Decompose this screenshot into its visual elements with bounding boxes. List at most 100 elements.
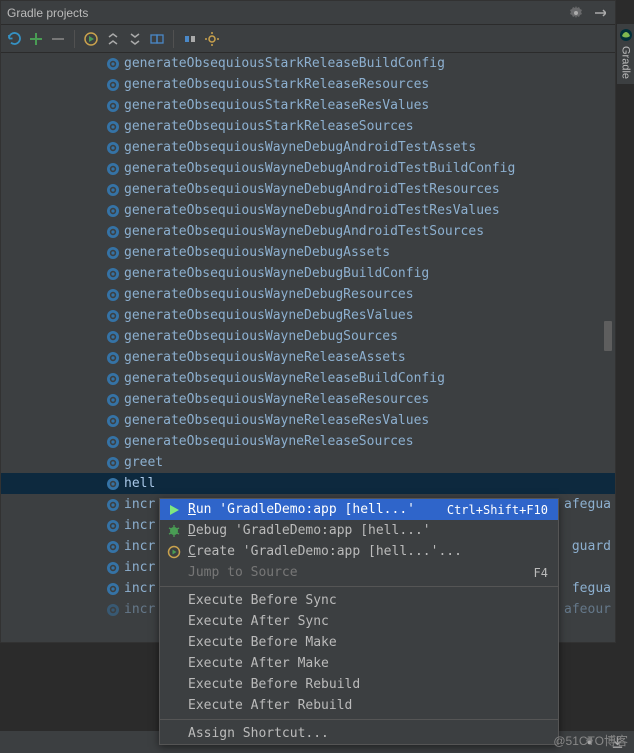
settings-icon[interactable] [203,30,221,48]
task-label: incr [124,602,155,617]
menu-separator [160,586,558,587]
task-item[interactable]: hell [1,473,615,494]
watermark: @51CTO博客 [553,732,628,749]
task-label: generateObsequiousWayneDebugAndroidTestR… [124,203,500,218]
menu-item-label: Execute After Rebuild [188,698,548,713]
menu-icon-empty [166,698,182,714]
panel-title: Gradle projects [7,6,88,20]
task-label: generateObsequiousStarkReleaseSources [124,119,414,134]
task-trail: guard [572,539,611,554]
task-trail: afegua [564,497,611,512]
run-icon [166,502,182,518]
task-item[interactable]: generateObsequiousWayneDebugAssets [1,242,615,263]
refresh-icon[interactable] [5,30,23,48]
menu-item-label: Assign Shortcut... [188,726,548,741]
task-label: generateObsequiousWayneDebugAndroidTestS… [124,224,484,239]
task-item[interactable]: generateObsequiousWayneDebugAndroidTestB… [1,158,615,179]
offline-icon[interactable] [181,30,199,48]
task-item[interactable]: generateObsequiousWayneDebugAndroidTestS… [1,221,615,242]
menu-item: Jump to SourceF4 [160,562,558,583]
task-label: greet [124,455,163,470]
menu-separator [160,719,558,720]
task-label: generateObsequiousWayneReleaseSources [124,434,414,449]
task-label: generateObsequiousStarkReleaseBuildConfi… [124,56,445,71]
task-label: generateObsequiousWayneDebugResValues [124,308,414,323]
menu-shortcut: Ctrl+Shift+F10 [447,503,548,517]
gradle-icon [619,28,633,42]
link-icon[interactable] [148,30,166,48]
task-label: generateObsequiousWayneDebugBuildConfig [124,266,429,281]
menu-item-label: Run 'GradleDemo:app [hell...' [188,502,447,517]
menu-item-label: Execute Before Make [188,635,548,650]
menu-icon-empty [166,614,182,630]
menu-item[interactable]: Execute After Rebuild [160,695,558,716]
task-item[interactable]: greet [1,452,615,473]
task-item[interactable]: generateObsequiousWayneDebugBuildConfig [1,263,615,284]
task-item[interactable]: generateObsequiousWayneReleaseResValues [1,410,615,431]
task-label: incr [124,518,155,533]
toolbar [1,25,615,53]
task-label: generateObsequiousWayneDebugResources [124,287,414,302]
scrollbar-thumb[interactable] [604,321,612,351]
context-menu: Run 'GradleDemo:app [hell...'Ctrl+Shift+… [159,498,559,745]
gear-icon[interactable] [567,4,585,22]
task-item[interactable]: generateObsequiousStarkReleaseSources [1,116,615,137]
menu-item[interactable]: Execute Before Make [160,632,558,653]
menu-icon-empty [166,565,182,581]
menu-item[interactable]: Run 'GradleDemo:app [hell...'Ctrl+Shift+… [160,499,558,520]
remove-icon[interactable] [49,30,67,48]
menu-item[interactable]: Execute After Sync [160,611,558,632]
task-label: generateObsequiousStarkReleaseResources [124,77,429,92]
expand-all-icon[interactable] [104,30,122,48]
menu-item-label: Jump to Source [188,565,534,580]
menu-item-label: Execute After Make [188,656,548,671]
task-item[interactable]: generateObsequiousWayneReleaseSources [1,431,615,452]
menu-item[interactable]: Create 'GradleDemo:app [hell...'... [160,541,558,562]
task-item[interactable]: generateObsequiousWayneDebugSources [1,326,615,347]
task-label: generateObsequiousWayneReleaseResources [124,392,429,407]
task-item[interactable]: generateObsequiousWayneDebugResources [1,284,615,305]
menu-icon-empty [166,593,182,609]
task-item[interactable]: generateObsequiousWayneDebugResValues [1,305,615,326]
gradle-side-tab[interactable]: Gradle [616,24,634,84]
task-label: incr [124,539,155,554]
menu-item-label: Create 'GradleDemo:app [hell...'... [188,544,548,559]
task-label: generateObsequiousWayneDebugSources [124,329,398,344]
task-item[interactable]: generateObsequiousStarkReleaseBuildConfi… [1,53,615,74]
menu-item-label: Execute Before Sync [188,593,548,608]
task-item[interactable]: generateObsequiousWayneReleaseBuildConfi… [1,368,615,389]
menu-item[interactable]: Debug 'GradleDemo:app [hell...' [160,520,558,541]
task-trail: fegua [572,581,611,596]
task-item[interactable]: generateObsequiousWayneDebugAndroidTestA… [1,137,615,158]
panel-title-bar: Gradle projects [1,1,615,25]
menu-item[interactable]: Assign Shortcut... [160,723,558,744]
task-label: generateObsequiousWayneReleaseAssets [124,350,406,365]
menu-item[interactable]: Execute Before Rebuild [160,674,558,695]
collapse-all-icon[interactable] [126,30,144,48]
task-label: generateObsequiousWayneDebugAndroidTestA… [124,140,476,155]
task-label: generateObsequiousWayneDebugAndroidTestB… [124,161,515,176]
menu-item-label: Execute Before Rebuild [188,677,548,692]
add-icon[interactable] [27,30,45,48]
task-label: generateObsequiousWayneReleaseBuildConfi… [124,371,445,386]
task-label: generateObsequiousWayneDebugAndroidTestR… [124,182,500,197]
task-label: incr [124,581,155,596]
menu-icon-empty [166,726,182,742]
side-tab-label: Gradle [620,46,632,79]
task-item[interactable]: generateObsequiousWayneReleaseResources [1,389,615,410]
toolbar-separator [173,30,174,48]
create-icon [166,544,182,560]
task-item[interactable]: generateObsequiousWayneReleaseAssets [1,347,615,368]
hide-icon[interactable] [591,4,609,22]
menu-item[interactable]: Execute Before Sync [160,590,558,611]
toolbar-separator [74,30,75,48]
run-icon[interactable] [82,30,100,48]
task-item[interactable]: generateObsequiousWayneDebugAndroidTestR… [1,179,615,200]
menu-shortcut: F4 [534,566,548,580]
menu-item[interactable]: Execute After Make [160,653,558,674]
task-label: generateObsequiousWayneDebugAssets [124,245,390,260]
menu-item-label: Execute After Sync [188,614,548,629]
task-item[interactable]: generateObsequiousWayneDebugAndroidTestR… [1,200,615,221]
task-item[interactable]: generateObsequiousStarkReleaseResValues [1,95,615,116]
task-item[interactable]: generateObsequiousStarkReleaseResources [1,74,615,95]
